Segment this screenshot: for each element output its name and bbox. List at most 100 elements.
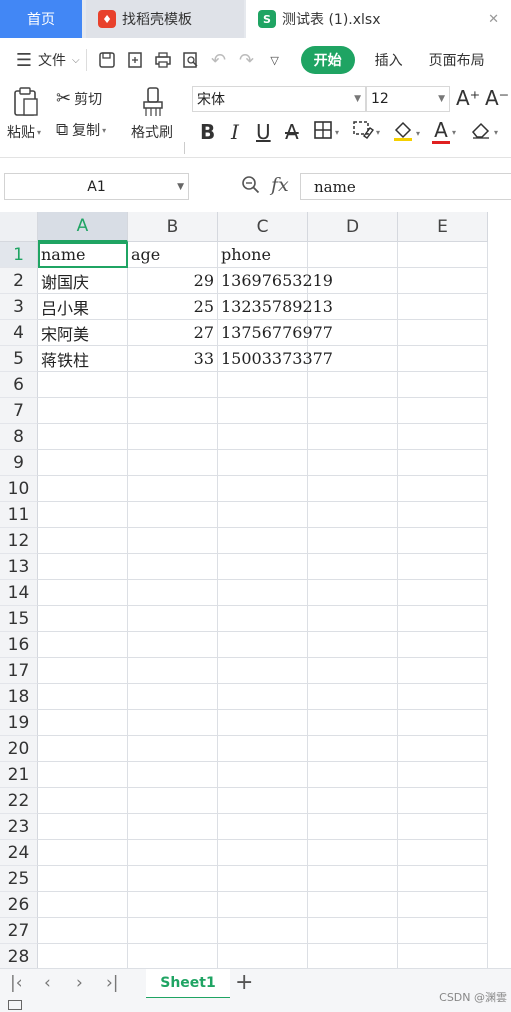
row-header[interactable]: 2 <box>0 268 38 294</box>
cell[interactable] <box>398 528 488 554</box>
cell[interactable] <box>128 424 218 450</box>
row-header[interactable]: 26 <box>0 892 38 918</box>
cell[interactable] <box>308 476 398 502</box>
cell[interactable] <box>38 814 128 840</box>
cell[interactable] <box>398 918 488 944</box>
cell-style-button[interactable]: ▾ <box>352 120 380 145</box>
format-painter-button[interactable]: 格式刷 <box>131 122 173 142</box>
cell[interactable] <box>398 294 488 320</box>
cell[interactable] <box>218 580 308 606</box>
cell[interactable] <box>218 866 308 892</box>
cell[interactable] <box>218 658 308 684</box>
cell[interactable] <box>38 710 128 736</box>
next-sheet-icon[interactable]: › <box>76 973 83 993</box>
cell[interactable] <box>398 814 488 840</box>
cell[interactable] <box>398 476 488 502</box>
cell[interactable] <box>398 450 488 476</box>
print-icon[interactable] <box>149 46 177 74</box>
cell[interactable] <box>128 840 218 866</box>
cell[interactable] <box>308 450 398 476</box>
cell[interactable] <box>308 684 398 710</box>
cell[interactable] <box>128 918 218 944</box>
cell[interactable] <box>308 814 398 840</box>
cell[interactable] <box>308 320 398 346</box>
cell[interactable]: 13697653219 <box>218 268 333 294</box>
cell[interactable] <box>218 450 308 476</box>
row-header[interactable]: 19 <box>0 710 38 736</box>
row-header[interactable]: 24 <box>0 840 38 866</box>
row-header[interactable]: 12 <box>0 528 38 554</box>
cell[interactable] <box>128 866 218 892</box>
cell[interactable] <box>128 554 218 580</box>
cell[interactable]: 27 <box>128 320 218 346</box>
cell[interactable] <box>398 658 488 684</box>
cell[interactable] <box>38 918 128 944</box>
cell[interactable] <box>398 398 488 424</box>
font-name-select[interactable]: 宋体 ▼ <box>192 86 366 112</box>
cell[interactable]: 29 <box>128 268 218 294</box>
tab-page-layout[interactable]: 页面布局 <box>429 50 485 70</box>
cell[interactable] <box>38 762 128 788</box>
cell[interactable] <box>308 710 398 736</box>
sheet-tab-sheet1[interactable]: Sheet1 <box>146 969 230 999</box>
print-preview-icon[interactable] <box>177 46 205 74</box>
row-header[interactable]: 8 <box>0 424 38 450</box>
row-header[interactable]: 25 <box>0 866 38 892</box>
cell[interactable] <box>128 788 218 814</box>
fill-color-button[interactable]: ▾ <box>392 120 420 147</box>
cell[interactable] <box>128 372 218 398</box>
cell[interactable] <box>128 450 218 476</box>
cell[interactable] <box>38 736 128 762</box>
cell[interactable]: 蒋铁柱 <box>38 346 128 372</box>
row-header[interactable]: 5 <box>0 346 38 372</box>
cell[interactable] <box>38 866 128 892</box>
italic-button[interactable]: I <box>231 120 239 144</box>
column-header-d[interactable]: D <box>308 212 398 242</box>
cell[interactable] <box>218 892 308 918</box>
cell[interactable] <box>38 944 128 970</box>
cell[interactable] <box>308 372 398 398</box>
cell[interactable] <box>38 554 128 580</box>
cell[interactable] <box>398 710 488 736</box>
cell[interactable]: 25 <box>128 294 218 320</box>
cell[interactable] <box>308 892 398 918</box>
cut-button[interactable]: ✂ 剪切 <box>56 88 102 109</box>
font-size-select[interactable]: 12 ▼ <box>366 86 450 112</box>
cell[interactable] <box>308 346 398 372</box>
cell[interactable] <box>38 424 128 450</box>
underline-button[interactable]: U <box>256 120 271 144</box>
cell[interactable] <box>308 554 398 580</box>
cell[interactable] <box>38 502 128 528</box>
cell[interactable]: 15003373377 <box>218 346 333 372</box>
tab-insert[interactable]: 插入 <box>375 50 403 70</box>
cell[interactable]: 13235789213 <box>218 294 333 320</box>
row-header[interactable]: 23 <box>0 814 38 840</box>
cell[interactable] <box>218 372 308 398</box>
column-header-a[interactable]: A <box>38 212 128 242</box>
cell[interactable] <box>128 892 218 918</box>
last-sheet-icon[interactable]: ›| <box>106 973 119 993</box>
cell[interactable] <box>128 606 218 632</box>
cell[interactable] <box>308 736 398 762</box>
close-icon[interactable]: ✕ <box>488 12 499 27</box>
first-sheet-icon[interactable]: |‹ <box>10 973 23 993</box>
customize-toolbar-icon[interactable]: ▽ <box>261 46 289 74</box>
cell[interactable] <box>38 632 128 658</box>
cell[interactable] <box>398 502 488 528</box>
export-icon[interactable] <box>121 46 149 74</box>
cell[interactable] <box>38 840 128 866</box>
cell[interactable] <box>128 398 218 424</box>
cell[interactable] <box>128 814 218 840</box>
cell[interactable] <box>398 580 488 606</box>
cell[interactable] <box>398 892 488 918</box>
cell[interactable] <box>308 762 398 788</box>
row-header[interactable]: 9 <box>0 450 38 476</box>
cell[interactable] <box>128 944 218 970</box>
cell[interactable] <box>398 762 488 788</box>
cell[interactable] <box>308 918 398 944</box>
cell[interactable] <box>308 398 398 424</box>
row-header[interactable]: 4 <box>0 320 38 346</box>
row-header[interactable]: 15 <box>0 606 38 632</box>
cell[interactable] <box>218 840 308 866</box>
row-header[interactable]: 27 <box>0 918 38 944</box>
